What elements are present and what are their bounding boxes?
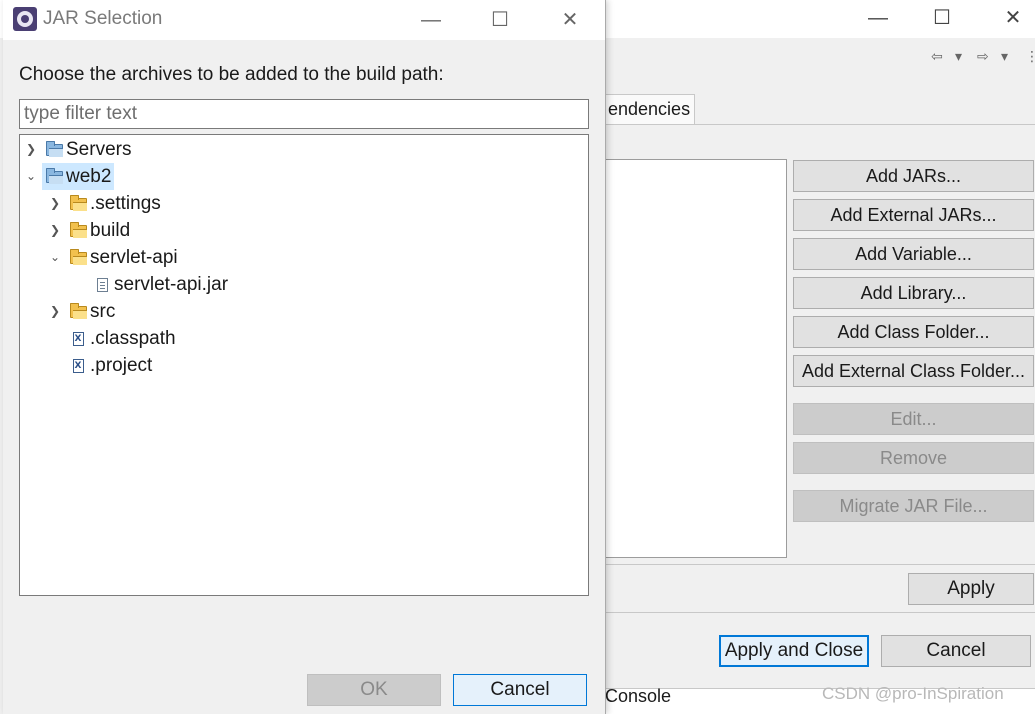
build-path-tabs: endencies bbox=[605, 94, 1035, 124]
forward-arrow-icon[interactable]: ⇨ bbox=[977, 48, 989, 65]
tree-item-body[interactable]: build bbox=[66, 217, 133, 244]
chevron-right-icon[interactable]: ❯ bbox=[44, 217, 66, 244]
tree-item-label: servlet-api bbox=[90, 246, 178, 268]
add-library-button[interactable]: Add Library... bbox=[793, 277, 1034, 309]
separator bbox=[605, 564, 1035, 565]
jar-selection-dialog: JAR Selection — ☐ ✕ Choose the archives … bbox=[3, 0, 606, 714]
remove-button[interactable]: Remove bbox=[793, 442, 1034, 474]
tree-item-body[interactable]: .settings bbox=[66, 190, 164, 217]
back-arrow-icon[interactable]: ⇦ bbox=[931, 48, 943, 65]
folder-icon bbox=[66, 190, 90, 217]
properties-close-button[interactable]: ✕ bbox=[993, 4, 1033, 32]
watermark: CSDN @pro-InSpiration bbox=[822, 684, 1004, 703]
tree-item-body[interactable]: X .classpath bbox=[66, 325, 179, 352]
tree-item-build[interactable]: ❯ build bbox=[44, 217, 133, 244]
dialog-titlebar: JAR Selection — ☐ ✕ bbox=[3, 0, 605, 40]
archive-tree[interactable]: ❯ Servers ⌄ web2 ❯ .settings ❯ build ⌄ s… bbox=[19, 134, 589, 596]
back-dropdown-icon[interactable]: ▾ bbox=[955, 48, 962, 65]
properties-cancel-button[interactable]: Cancel bbox=[881, 635, 1031, 667]
edit-button[interactable]: Edit... bbox=[793, 403, 1034, 435]
jar-file-icon bbox=[90, 271, 114, 298]
ok-button[interactable]: OK bbox=[307, 674, 441, 706]
add-jars-button[interactable]: Add JARs... bbox=[793, 160, 1034, 192]
libraries-list[interactable] bbox=[605, 159, 787, 558]
chevron-right-icon[interactable]: ❯ bbox=[44, 190, 66, 217]
tree-item-servlet-api[interactable]: ⌄ servlet-api bbox=[44, 244, 181, 271]
add-class-folder-button[interactable]: Add Class Folder... bbox=[793, 316, 1034, 348]
tab-dependencies[interactable]: endencies bbox=[605, 94, 696, 124]
dialog-title: JAR Selection bbox=[43, 8, 163, 29]
tree-item-label: .project bbox=[90, 354, 153, 376]
maximize-button[interactable]: ☐ bbox=[480, 6, 520, 34]
folder-icon bbox=[66, 217, 90, 244]
xml-file-icon: X bbox=[66, 325, 90, 352]
apply-and-close-button[interactable]: Apply and Close bbox=[719, 635, 869, 667]
tree-item-body[interactable]: servlet-api.jar bbox=[90, 271, 231, 298]
separator bbox=[605, 612, 1035, 613]
xml-file-icon: X bbox=[66, 352, 90, 379]
properties-nav-bar: ⇦ ▾ ⇨ ▾ ⋮ bbox=[605, 38, 1035, 78]
chevron-down-icon[interactable]: ⌄ bbox=[44, 244, 66, 271]
tree-item-web2[interactable]: ⌄ web2 bbox=[20, 163, 115, 190]
properties-maximize-button[interactable]: ☐ bbox=[922, 4, 962, 32]
tree-item-label: Servers bbox=[66, 138, 132, 160]
eclipse-icon bbox=[13, 7, 37, 31]
tree-item-label: .settings bbox=[90, 192, 161, 214]
forward-dropdown-icon[interactable]: ▾ bbox=[1001, 48, 1008, 65]
tree-item-label: src bbox=[90, 300, 116, 322]
more-options-icon[interactable]: ⋮ bbox=[1025, 48, 1035, 65]
tree-item-servlet-api-jar[interactable]: servlet-api.jar bbox=[68, 271, 231, 298]
minimize-button[interactable]: — bbox=[411, 6, 451, 34]
tree-item-body[interactable]: web2 bbox=[42, 163, 115, 190]
close-button[interactable]: ✕ bbox=[550, 6, 590, 34]
filter-input[interactable] bbox=[19, 99, 589, 129]
tree-item-label: .classpath bbox=[90, 327, 176, 349]
tree-item-project[interactable]: X .project bbox=[44, 352, 155, 379]
tree-item-label: web2 bbox=[66, 165, 112, 187]
dialog-prompt: Choose the archives to be added to the b… bbox=[19, 64, 444, 85]
tree-item-src[interactable]: ❯ src bbox=[44, 298, 118, 325]
chevron-down-icon[interactable]: ⌄ bbox=[20, 163, 42, 190]
folder-icon bbox=[66, 244, 90, 271]
chevron-right-icon[interactable]: ❯ bbox=[44, 298, 66, 325]
chevron-right-icon[interactable]: ❯ bbox=[20, 136, 42, 163]
tree-item-classpath[interactable]: X .classpath bbox=[44, 325, 179, 352]
add-external-jars-button[interactable]: Add External JARs... bbox=[793, 199, 1034, 231]
project-folder-icon bbox=[42, 136, 66, 163]
folder-icon bbox=[66, 298, 90, 325]
tree-item-servers[interactable]: ❯ Servers bbox=[20, 136, 134, 163]
project-folder-icon bbox=[42, 163, 66, 190]
apply-button[interactable]: Apply bbox=[908, 573, 1034, 605]
tree-item-settings[interactable]: ❯ .settings bbox=[44, 190, 164, 217]
tree-item-body[interactable]: Servers bbox=[42, 136, 134, 163]
tree-item-label: servlet-api.jar bbox=[114, 273, 229, 295]
cancel-button[interactable]: Cancel bbox=[453, 674, 587, 706]
migrate-jar-file-button[interactable]: Migrate JAR File... bbox=[793, 490, 1034, 522]
tree-item-body[interactable]: src bbox=[66, 298, 118, 325]
console-tab[interactable]: Console bbox=[605, 686, 671, 707]
tree-item-body[interactable]: X .project bbox=[66, 352, 155, 379]
add-external-class-folder-button[interactable]: Add External Class Folder... bbox=[793, 355, 1034, 387]
properties-minimize-button[interactable]: — bbox=[858, 4, 898, 32]
tree-item-body[interactable]: servlet-api bbox=[66, 244, 181, 271]
add-variable-button[interactable]: Add Variable... bbox=[793, 238, 1034, 270]
tree-item-label: build bbox=[90, 219, 131, 241]
